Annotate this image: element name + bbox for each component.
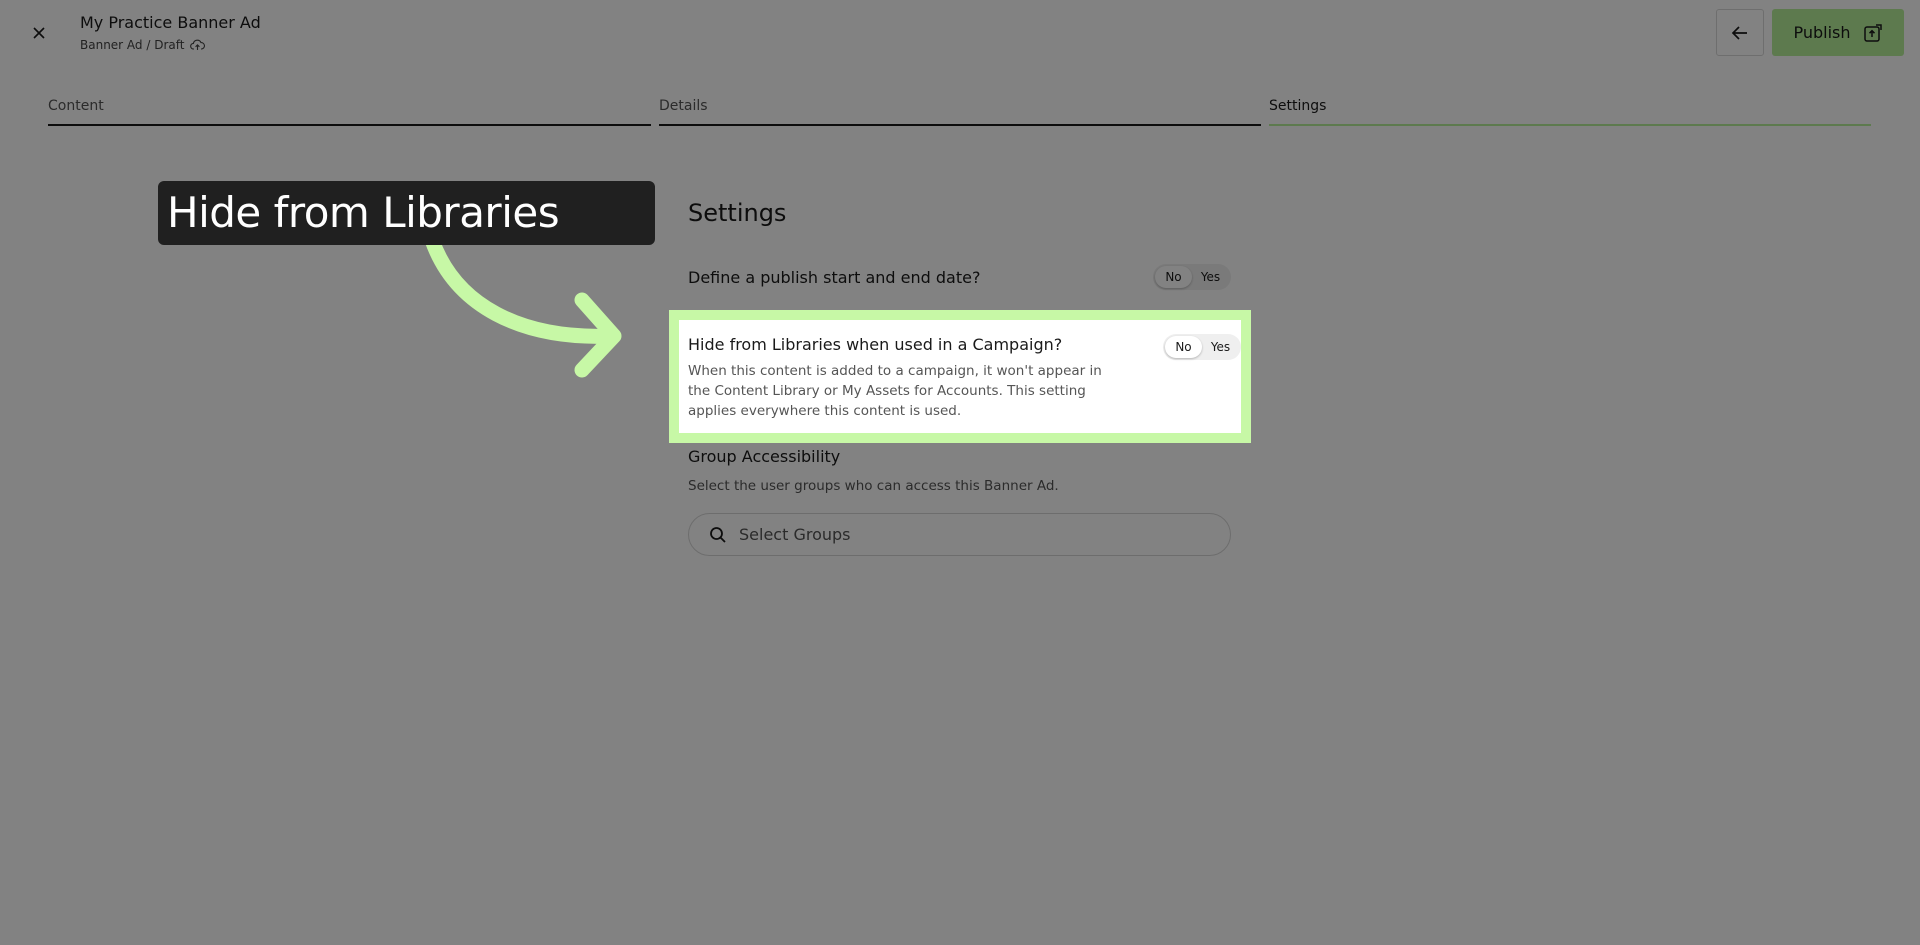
hide-libraries-label: Hide from Libraries when used in a Campa… (688, 335, 1063, 354)
highlighted-setting: Hide from Libraries when used in a Campa… (669, 310, 1251, 443)
annotation-callout: Hide from Libraries (158, 181, 655, 245)
hide-libraries-no-option[interactable]: No (1165, 336, 1202, 358)
hide-libraries-yes-option[interactable]: Yes (1202, 336, 1239, 358)
hide-libraries-description: When this content is added to a campaign… (688, 363, 1102, 419)
hide-libraries-toggle[interactable]: No Yes (1163, 334, 1241, 360)
